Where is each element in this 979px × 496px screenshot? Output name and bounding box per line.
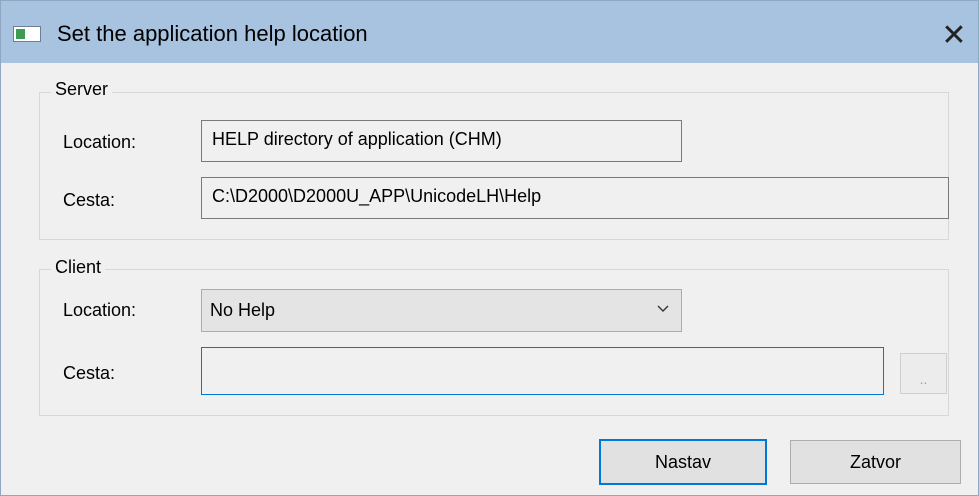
- client-legend: Client: [51, 257, 106, 278]
- server-path-label: Cesta:: [63, 190, 116, 210]
- dialog-title: Set the application help location: [57, 21, 368, 46]
- dialog-window: Set the application help location ✕ Serv…: [0, 0, 979, 496]
- close-button[interactable]: ✕: [930, 13, 978, 57]
- server-location-field: HELP directory of application (CHM): [201, 120, 682, 162]
- client-location-value: No Help: [210, 300, 276, 320]
- client-path-input[interactable]: [201, 347, 884, 395]
- browse-button[interactable]: ..: [900, 353, 947, 394]
- server-location-label: Location:: [63, 132, 137, 152]
- close-icon: ✕: [941, 18, 967, 52]
- window-app-icon: [13, 26, 41, 42]
- zatvor-button[interactable]: Zatvor: [790, 440, 961, 484]
- server-legend: Server: [51, 79, 113, 100]
- title-bar: Set the application help location ✕: [1, 1, 978, 63]
- client-path-label: Cesta:: [63, 363, 116, 383]
- server-path-field: C:\D2000\D2000U_APP\UnicodeLH\Help: [201, 177, 949, 219]
- nastav-button[interactable]: Nastav: [599, 439, 767, 485]
- client-location-label: Location:: [63, 300, 137, 320]
- client-location-dropdown[interactable]: No Help: [201, 289, 682, 332]
- chevron-down-icon: [657, 305, 669, 312]
